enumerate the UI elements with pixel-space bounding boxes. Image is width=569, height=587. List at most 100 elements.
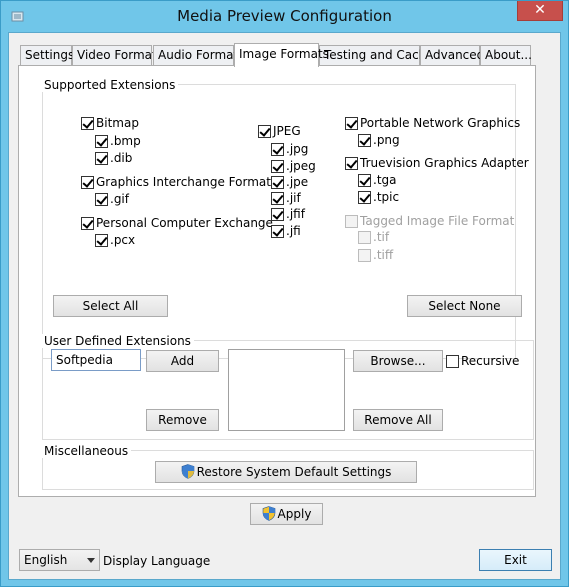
jpe-label: .jpe — [286, 175, 309, 189]
tpic-label: .tpic — [373, 190, 400, 204]
tga-format-checkbox[interactable]: Truevision Graphics Adapter — [345, 156, 529, 170]
jfi-label: .jfi — [286, 224, 301, 238]
tab-label: Image Formats — [239, 47, 329, 61]
tiff-format-label: Tagged Image File Format — [360, 214, 515, 228]
gif-format-label: Graphics Interchange Format — [96, 175, 271, 189]
client-area: Settings Video Formats Audio Formats Ima… — [8, 32, 561, 580]
png-format-checkbox[interactable]: Portable Network Graphics — [345, 116, 520, 130]
apply-button[interactable]: Apply — [250, 503, 323, 525]
bitmap-label: Bitmap — [96, 116, 139, 130]
close-button[interactable]: ✕ — [517, 1, 563, 21]
jpeg-checkbox[interactable]: JPEG — [258, 124, 301, 138]
checkbox-box — [446, 354, 459, 368]
tab-testing-and-cache[interactable]: Testing and Cache — [319, 45, 434, 65]
gif-label: .gif — [110, 192, 129, 206]
tab-label: Testing and Cache — [324, 48, 434, 62]
tab-label: Settings — [25, 48, 75, 62]
jpeg-ext-checkbox[interactable]: .jpeg — [271, 159, 316, 173]
bitmap-checkbox[interactable]: Bitmap — [81, 116, 139, 130]
checkbox-box — [345, 116, 358, 130]
chevron-down-icon — [87, 558, 95, 563]
jif-checkbox[interactable]: .jif — [271, 191, 301, 205]
user-defined-label: User Defined Extensions — [41, 334, 194, 348]
extension-input[interactable]: Softpedia — [51, 349, 141, 371]
tiff-format-checkbox: Tagged Image File Format — [345, 214, 514, 228]
gif-format-checkbox[interactable]: Graphics Interchange Format — [81, 175, 271, 189]
checkbox-box — [358, 190, 371, 204]
jfi-checkbox[interactable]: .jfi — [271, 224, 301, 238]
checkbox-box — [95, 151, 108, 165]
language-value: English — [24, 553, 68, 567]
jfif-checkbox[interactable]: .jfif — [271, 207, 305, 221]
remove-all-button[interactable]: Remove All — [353, 409, 443, 431]
tga-checkbox[interactable]: .tga — [358, 173, 397, 187]
tab-label: Advanced — [425, 48, 485, 62]
shield-icon — [181, 464, 194, 479]
tga-label: .tga — [373, 173, 397, 187]
tab-audio-formats[interactable]: Audio Formats — [153, 45, 244, 65]
gif-checkbox[interactable]: .gif — [95, 192, 129, 206]
title-bar[interactable]: Media Preview Configuration ✕ — [1, 1, 568, 32]
add-button[interactable]: Add — [146, 350, 219, 372]
checkbox-box — [271, 142, 284, 156]
tga-format-label: Truevision Graphics Adapter — [360, 156, 529, 170]
checkbox-box — [95, 134, 108, 148]
tif-label: .tif — [373, 230, 390, 244]
jpeg-label: JPEG — [273, 124, 301, 138]
checkbox-box — [81, 116, 94, 130]
checkbox-box — [271, 175, 284, 189]
png-format-label: Portable Network Graphics — [360, 116, 521, 130]
display-language-label: Display Language — [103, 554, 211, 568]
tab-advanced[interactable]: Advanced — [420, 45, 484, 65]
png-checkbox[interactable]: .png — [358, 133, 400, 147]
tab-image-formats[interactable]: Image Formats — [234, 43, 329, 67]
tiff-checkbox: .tiff — [358, 248, 393, 262]
tab-label: Video Formats — [77, 48, 163, 62]
close-icon: ✕ — [534, 2, 546, 18]
pcx-checkbox[interactable]: .pcx — [95, 233, 135, 247]
remove-button[interactable]: Remove — [146, 409, 219, 431]
jpg-label: .jpg — [286, 142, 309, 156]
tab-settings[interactable]: Settings — [20, 45, 75, 65]
checkbox-box — [271, 191, 284, 205]
tab-about[interactable]: About... — [480, 45, 532, 65]
recursive-checkbox[interactable]: Recursive — [446, 354, 519, 368]
tab-label: About... — [485, 48, 532, 62]
supported-extensions-label: Supported Extensions — [41, 78, 179, 92]
select-all-button[interactable]: Select All — [53, 295, 168, 317]
checkbox-box — [358, 133, 371, 147]
recursive-label: Recursive — [461, 354, 520, 368]
checkbox-box — [345, 214, 358, 228]
pcx-label: .pcx — [110, 233, 136, 247]
checkbox-box — [345, 156, 358, 170]
checkbox-box — [258, 124, 271, 138]
checkbox-box — [358, 230, 371, 244]
jpg-checkbox[interactable]: .jpg — [271, 142, 308, 156]
browse-button[interactable]: Browse... — [353, 350, 443, 372]
jfif-label: .jfif — [286, 207, 305, 221]
window-title: Media Preview Configuration — [177, 7, 392, 25]
tab-video-formats[interactable]: Video Formats — [72, 45, 163, 65]
tpic-checkbox[interactable]: .tpic — [358, 190, 399, 204]
tiff-label: .tiff — [373, 248, 394, 262]
dib-checkbox[interactable]: .dib — [95, 151, 132, 165]
bmp-checkbox[interactable]: .bmp — [95, 134, 141, 148]
bmp-label: .bmp — [110, 134, 141, 148]
exit-button[interactable]: Exit — [479, 549, 552, 571]
checkbox-box — [271, 207, 284, 221]
extensions-list[interactable] — [228, 349, 345, 431]
checkbox-box — [358, 173, 371, 187]
checkbox-box — [95, 233, 108, 247]
tif-checkbox: .tif — [358, 230, 389, 244]
language-select[interactable]: English — [19, 549, 100, 571]
checkbox-box — [81, 175, 94, 189]
pcx-format-label: Personal Computer Exchange — [96, 216, 273, 230]
main-window: Media Preview Configuration ✕ Settings V… — [0, 0, 569, 587]
restore-defaults-button[interactable]: Restore System Default Settings — [155, 461, 417, 483]
checkbox-box — [81, 216, 94, 230]
select-none-button[interactable]: Select None — [407, 295, 522, 317]
pcx-format-checkbox[interactable]: Personal Computer Exchange — [81, 216, 273, 230]
miscellaneous-label: Miscellaneous — [41, 444, 132, 458]
checkbox-box — [95, 192, 108, 206]
jpe-checkbox[interactable]: .jpe — [271, 175, 308, 189]
